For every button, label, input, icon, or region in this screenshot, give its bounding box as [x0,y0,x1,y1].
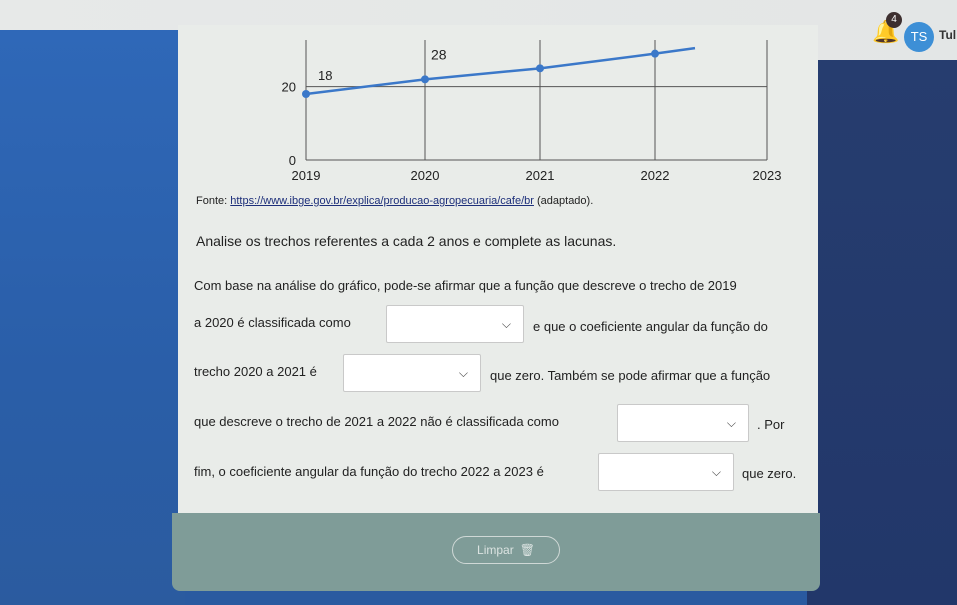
dropdown-3[interactable]: ⌵ [617,404,749,442]
data-label: 18 [318,68,332,83]
y-tick-label: 20 [282,80,296,95]
x-tick-label: 2023 [753,168,782,180]
trash-icon: 🗑 [519,543,535,557]
chevron-down-icon: ⌵ [711,465,721,479]
notification-badge: 4 [886,12,902,28]
line-chart: 0 20 2019 2020 2021 2022 2023 18 28 [270,30,790,183]
data-point [651,49,659,58]
chart-svg: 0 20 2019 2020 2021 2022 2023 18 28 [282,40,782,183]
left-background [0,30,185,605]
y-tick-label: 0 [289,153,296,168]
data-point [302,90,310,98]
paragraph-line-3b: que zero. Também se pode afirmar que a f… [490,368,771,383]
dropdown-1[interactable]: ⌵ [386,305,524,343]
paragraph-line-3a: trecho 2020 a 2021 é [194,364,317,379]
paragraph-line-2a: a 2020 é classificada como [194,315,351,330]
chevron-down-icon: ⌵ [501,317,511,331]
data-point [421,75,429,84]
paragraph-line-5b: que zero. [742,466,797,481]
user-name[interactable]: Tul [939,28,956,42]
dropdown-4[interactable]: ⌵ [598,453,734,491]
paragraph-line-4a: que descreve o trecho de 2021 a 2022 não… [194,414,559,429]
paragraph-line-4b: . Por [757,417,785,432]
paragraph-line-1: Com base na análise do gráfico, pode-se … [194,278,737,293]
clear-button-label: Limpar [477,543,514,557]
x-tick-label: 2021 [526,168,555,180]
x-tick-label: 2020 [411,168,440,180]
source-text: Fonte: https://www.ibge.gov.br/explica/p… [196,195,593,207]
paragraph-line-2b: e que o coeficiente angular da função do [533,319,768,334]
x-tick-label: 2022 [641,168,670,180]
avatar[interactable]: TS [904,22,934,52]
data-label: 28 [431,46,447,62]
dropdown-2[interactable]: ⌵ [343,354,481,392]
instruction-text: Analise os trechos referentes a cada 2 a… [196,233,617,249]
data-point [536,64,544,73]
x-tick-label: 2019 [292,168,321,180]
source-prefix: Fonte: [196,195,228,207]
source-suffix: (adaptado). [537,195,594,207]
right-background [807,60,957,605]
chevron-down-icon: ⌵ [458,366,468,380]
source-link[interactable]: https://www.ibge.gov.br/explica/producao… [230,195,534,207]
paragraph-line-5a: fim, o coeficiente angular da função do … [194,464,544,479]
chevron-down-icon: ⌵ [726,416,736,430]
clear-button[interactable]: Limpar 🗑 [452,536,560,564]
